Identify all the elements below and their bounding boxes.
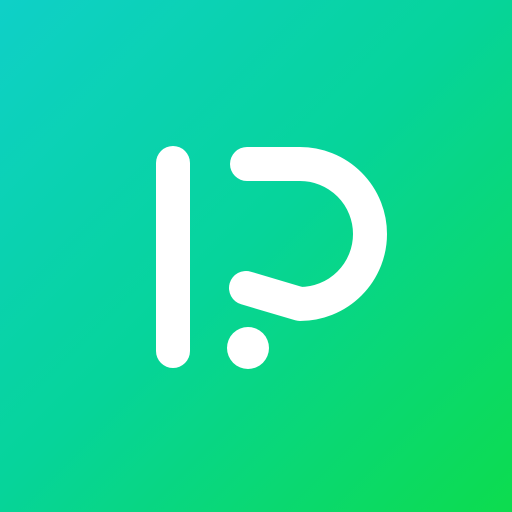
logo-mark-icon — [156, 146, 387, 369]
logo-dot-shape — [227, 327, 269, 369]
app-icon-background — [0, 0, 512, 512]
logo-curve-shape — [229, 147, 387, 321]
